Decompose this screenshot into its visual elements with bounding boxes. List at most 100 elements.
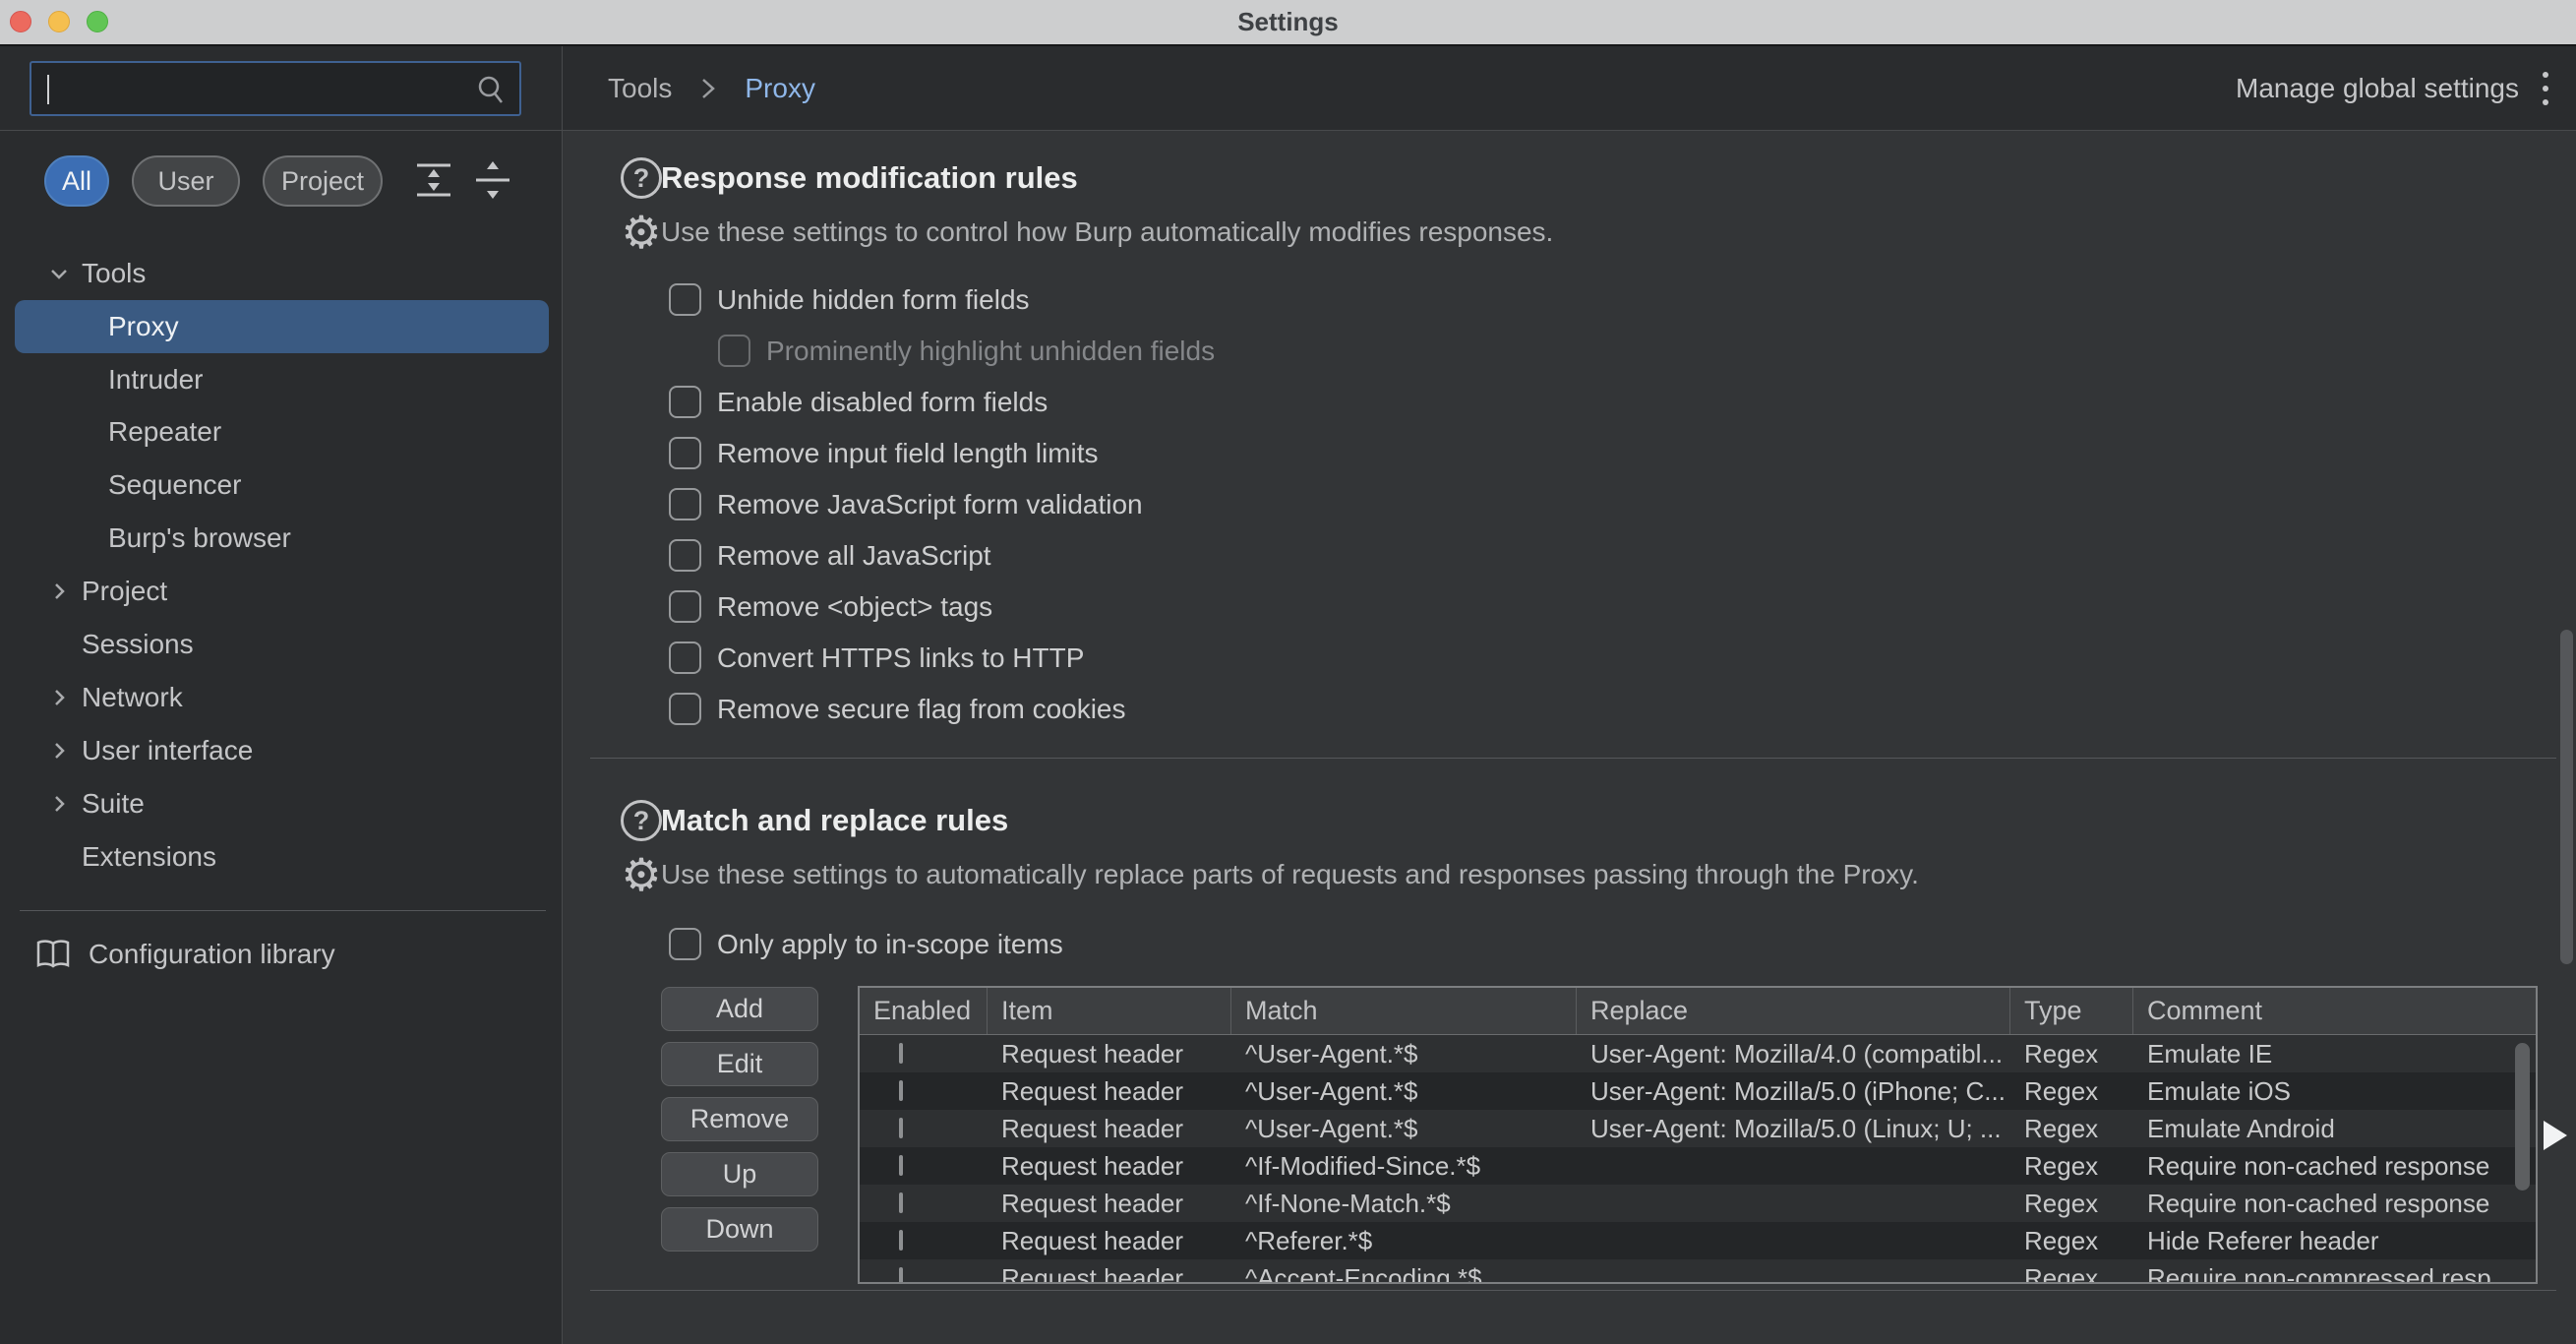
chevron-right-icon[interactable]	[44, 792, 74, 816]
checkbox[interactable]	[669, 539, 701, 572]
sidebar-item-suite[interactable]: Suite	[15, 777, 549, 830]
breadcrumb-proxy[interactable]: Proxy	[745, 73, 815, 104]
row-enabled-checkbox[interactable]	[899, 1043, 903, 1064]
help-icon[interactable]: ?	[621, 800, 662, 841]
checkbox-remove-secure-flag-from-cookies[interactable]: Remove secure flag from cookies	[669, 693, 1126, 725]
checkbox-label: Prominently highlight unhidden fields	[766, 336, 1215, 367]
tree-label: Sequencer	[108, 469, 241, 501]
table-row[interactable]: Request header ^User-Agent.*$ User-Agent…	[860, 1110, 2536, 1147]
checkbox[interactable]	[669, 437, 701, 469]
sidebar-item-network[interactable]: Network	[15, 671, 549, 724]
row-enabled-checkbox[interactable]	[899, 1230, 903, 1251]
chevron-right-icon[interactable]	[44, 580, 74, 603]
table-scroll-right-arrow[interactable]	[2544, 1121, 2567, 1150]
checkbox-unhide-hidden-form-fields[interactable]: Unhide hidden form fields	[669, 283, 1030, 316]
checkbox-label: Convert HTTPS links to HTTP	[717, 642, 1084, 674]
cell-item: Request header	[988, 1039, 1231, 1069]
sidebar-item-proxy[interactable]: Proxy	[15, 300, 549, 353]
checkbox[interactable]	[669, 641, 701, 674]
checkbox-remove-object-tags[interactable]: Remove <object> tags	[669, 590, 992, 623]
tree-label: Tools	[82, 258, 146, 289]
table-row[interactable]: Request header ^User-Agent.*$ User-Agent…	[860, 1072, 2536, 1110]
sidebar-divider	[20, 910, 546, 911]
checkbox-remove-all-javascript[interactable]: Remove all JavaScript	[669, 539, 991, 572]
chevron-down-icon[interactable]	[44, 262, 74, 285]
sidebar-item-intruder[interactable]: Intruder	[15, 353, 549, 406]
help-icon[interactable]: ?	[621, 157, 662, 199]
checkbox[interactable]	[669, 590, 701, 623]
down-button[interactable]: Down	[661, 1207, 818, 1252]
column-header-item[interactable]: Item	[988, 988, 1231, 1034]
add-button[interactable]: Add	[661, 987, 818, 1031]
row-enabled-checkbox[interactable]	[899, 1080, 903, 1101]
tree-label: Network	[82, 682, 183, 713]
cell-replace: User-Agent: Mozilla/4.0 (compatibl...	[1577, 1039, 2010, 1069]
checkbox[interactable]	[669, 693, 701, 725]
settings-sidebar: All User Project	[0, 46, 563, 1344]
cell-comment: Emulate iOS	[2133, 1076, 2536, 1107]
search-input[interactable]	[30, 61, 521, 116]
collapse-all-icon[interactable]	[470, 157, 515, 203]
column-header-match[interactable]: Match	[1231, 988, 1577, 1034]
up-button[interactable]: Up	[661, 1152, 818, 1196]
row-enabled-checkbox[interactable]	[899, 1192, 903, 1213]
content-header: Tools Proxy Manage global settings	[563, 46, 2576, 131]
sidebar-filter-row: All User Project	[0, 132, 562, 253]
column-header-type[interactable]: Type	[2010, 988, 2133, 1034]
chevron-right-icon[interactable]	[44, 739, 74, 763]
chevron-right-icon[interactable]	[44, 686, 74, 709]
sidebar-item-tools[interactable]: Tools	[15, 247, 549, 300]
checkbox[interactable]	[669, 386, 701, 418]
table-row[interactable]: Request header ^If-None-Match.*$ Regex R…	[860, 1185, 2536, 1222]
table-row[interactable]: Request header ^Referer.*$ Regex Hide Re…	[860, 1222, 2536, 1259]
content-scrollbar-thumb[interactable]	[2560, 630, 2573, 964]
row-enabled-checkbox[interactable]	[899, 1155, 903, 1176]
configuration-library-button[interactable]: Configuration library	[35, 928, 335, 981]
sidebar-item-sessions[interactable]: Sessions	[15, 618, 549, 671]
sidebar-item-repeater[interactable]: Repeater	[15, 405, 549, 458]
table-row[interactable]: Request header ^User-Agent.*$ User-Agent…	[860, 1035, 2536, 1072]
expand-all-icon[interactable]	[411, 157, 456, 203]
row-enabled-checkbox[interactable]	[899, 1118, 903, 1138]
book-icon	[35, 939, 71, 970]
edit-button[interactable]: Edit	[661, 1042, 818, 1086]
checkbox[interactable]	[669, 488, 701, 520]
table-header-row: Enabled Item Match Replace Type Comment	[860, 988, 2536, 1035]
sidebar-item-user-interface[interactable]: User interface	[15, 724, 549, 777]
checkbox-convert-https-links-to-http[interactable]: Convert HTTPS links to HTTP	[669, 641, 1084, 674]
checkbox[interactable]	[669, 283, 701, 316]
checkbox-remove-input-field-length-limits[interactable]: Remove input field length limits	[669, 437, 1099, 469]
table-scrollbar-thumb[interactable]	[2515, 1043, 2530, 1191]
cell-type: Regex	[2010, 1114, 2133, 1144]
sidebar-item-burps-browser[interactable]: Burp's browser	[15, 512, 549, 565]
sidebar-item-sequencer[interactable]: Sequencer	[15, 458, 549, 512]
cell-match: ^Accept-Encoding.*$	[1231, 1263, 1577, 1285]
column-header-enabled[interactable]: Enabled	[860, 988, 988, 1034]
sidebar-item-project[interactable]: Project	[15, 565, 549, 618]
checkbox-remove-javascript-form-validation[interactable]: Remove JavaScript form validation	[669, 488, 1143, 520]
column-header-replace[interactable]: Replace	[1577, 988, 2010, 1034]
remove-button[interactable]: Remove	[661, 1097, 818, 1141]
table-row[interactable]: Request header ^If-Modified-Since.*$ Reg…	[860, 1147, 2536, 1185]
filter-user-button[interactable]: User	[132, 155, 240, 207]
checkbox-only-apply-to-in-scope-items[interactable]: Only apply to in-scope items	[669, 928, 1063, 960]
kebab-menu-icon[interactable]	[2543, 46, 2548, 131]
breadcrumb-tools[interactable]: Tools	[608, 73, 672, 104]
gear-icon[interactable]: ⚙	[616, 210, 667, 255]
tree-label: Repeater	[108, 416, 221, 448]
checkbox-enable-disabled-form-fields[interactable]: Enable disabled form fields	[669, 386, 1048, 418]
row-enabled-checkbox[interactable]	[899, 1267, 903, 1284]
manage-global-settings-button[interactable]: Manage global settings	[2236, 73, 2519, 104]
cell-item: Request header	[988, 1151, 1231, 1182]
match-replace-table[interactable]: Enabled Item Match Replace Type Comment …	[858, 986, 2538, 1284]
tree-label: Suite	[82, 788, 145, 820]
column-header-comment[interactable]: Comment	[2133, 988, 2536, 1034]
search-icon	[474, 74, 508, 107]
table-row[interactable]: Request header ^Accept-Encoding.*$ Regex…	[860, 1259, 2536, 1284]
filter-project-button[interactable]: Project	[263, 155, 383, 207]
checkbox[interactable]	[669, 928, 701, 960]
cell-type: Regex	[2010, 1263, 2133, 1285]
sidebar-item-extensions[interactable]: Extensions	[15, 830, 549, 884]
filter-all-button[interactable]: All	[44, 155, 109, 207]
gear-icon[interactable]: ⚙	[616, 852, 667, 897]
